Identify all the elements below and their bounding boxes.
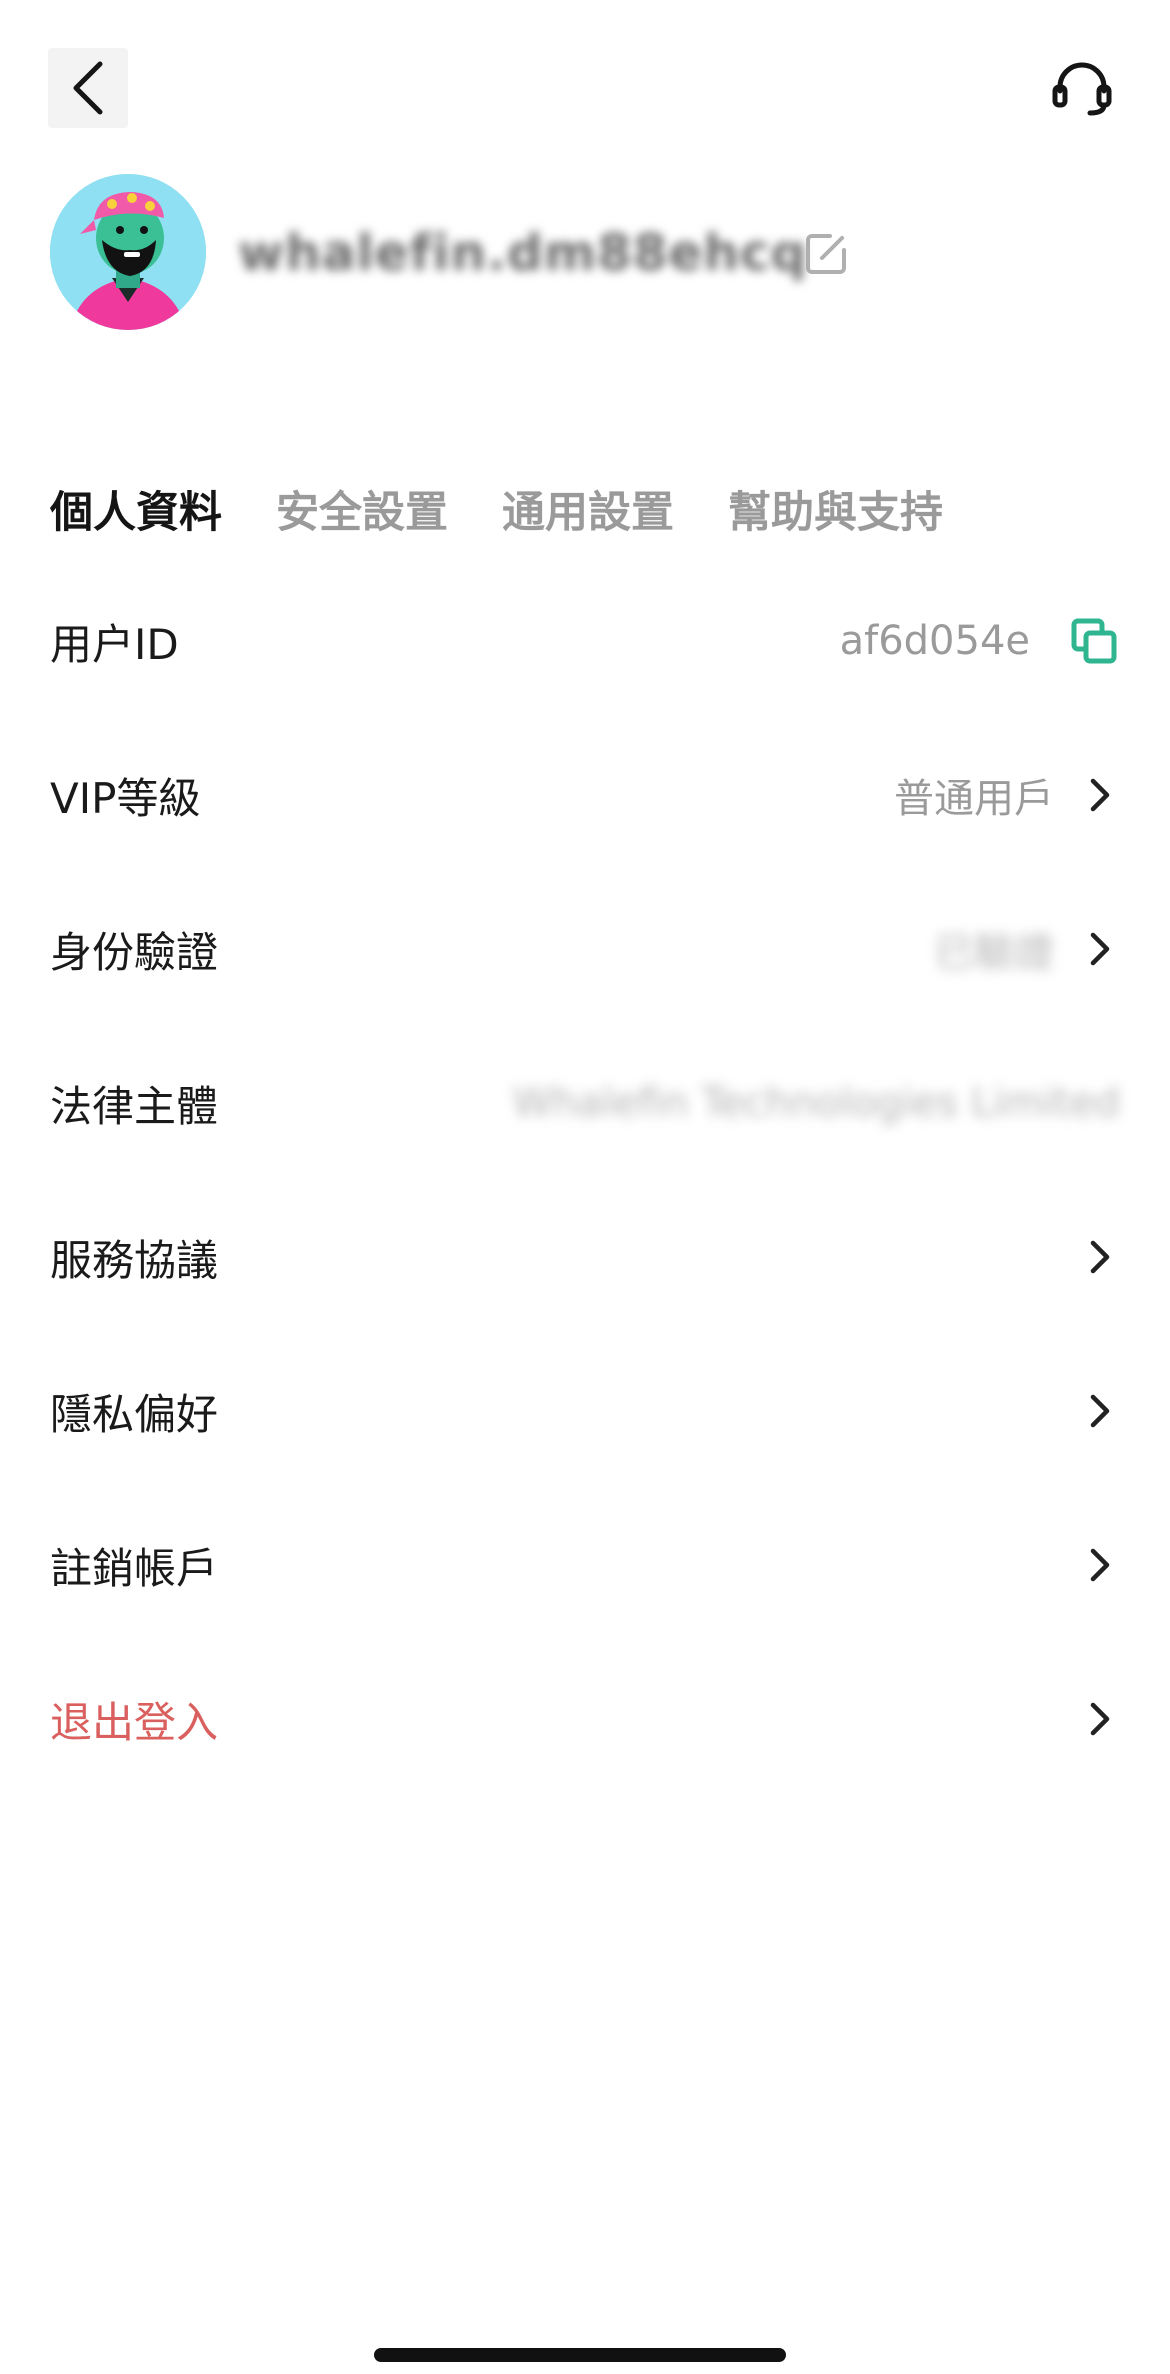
- tab-general-settings[interactable]: 通用設置: [502, 478, 674, 540]
- chevron-right-icon: [1080, 1545, 1120, 1585]
- chevron-right-icon: [1080, 929, 1120, 969]
- legal-entity-value: Whalefin Technologies Limited: [512, 1080, 1120, 1126]
- row-label: 服務協議: [50, 1235, 219, 1285]
- username-text: whalefin.dm88ehcq: [238, 224, 808, 282]
- row-label: 退出登入: [50, 1697, 219, 1747]
- vip-level-value: 普通用戶: [894, 776, 1054, 822]
- row-label: 註銷帳戶: [50, 1543, 219, 1593]
- row-user-id: 用户ID af6d054e: [50, 586, 1120, 696]
- edit-icon: [806, 234, 846, 274]
- row-identity-verification[interactable]: 身份驗證 已驗證: [50, 894, 1120, 1004]
- back-button[interactable]: [48, 48, 128, 128]
- row-label: 隱私偏好: [50, 1389, 219, 1439]
- support-button[interactable]: [1046, 52, 1118, 124]
- chevron-right-icon: [1080, 1391, 1120, 1431]
- row-label: 法律主體: [50, 1081, 219, 1131]
- tab-help-support[interactable]: 幫助與支持: [728, 478, 943, 540]
- tab-security-settings[interactable]: 安全設置: [276, 478, 448, 540]
- row-service-agreement[interactable]: 服務協議: [50, 1202, 1120, 1312]
- chevron-right-icon: [1080, 1237, 1120, 1277]
- copy-icon: [1071, 618, 1117, 664]
- row-label: VIP等級: [50, 773, 201, 823]
- username: whalefin.dm88ehcq: [238, 222, 806, 284]
- chevron-right-icon: [1080, 775, 1120, 815]
- row-privacy-preferences[interactable]: 隱私偏好: [50, 1356, 1120, 1466]
- chevron-left-icon: [73, 61, 103, 115]
- tab-bar: 個人資料 安全設置 通用設置 幫助與支持: [50, 474, 997, 544]
- avatar-illustration: [50, 174, 206, 330]
- home-indicator[interactable]: [374, 2348, 786, 2362]
- edit-username-button[interactable]: [800, 228, 852, 280]
- row-legal-entity: 法律主體 Whalefin Technologies Limited: [50, 1048, 1120, 1158]
- row-label: 身份驗證: [50, 927, 219, 977]
- row-logout[interactable]: 退出登入: [50, 1664, 1120, 1774]
- row-label: 用户ID: [50, 619, 179, 669]
- headset-icon: [1052, 62, 1112, 116]
- copy-button[interactable]: [1068, 615, 1120, 667]
- identity-status-value: 已驗證: [934, 930, 1054, 976]
- row-vip-level[interactable]: VIP等級 普通用戶: [50, 740, 1120, 850]
- avatar[interactable]: [50, 174, 206, 330]
- row-cancel-account[interactable]: 註銷帳戶: [50, 1510, 1120, 1620]
- user-id-value: af6d054e: [839, 618, 1030, 664]
- tab-personal-info[interactable]: 個人資料: [50, 478, 222, 540]
- chevron-right-icon: [1080, 1699, 1120, 1739]
